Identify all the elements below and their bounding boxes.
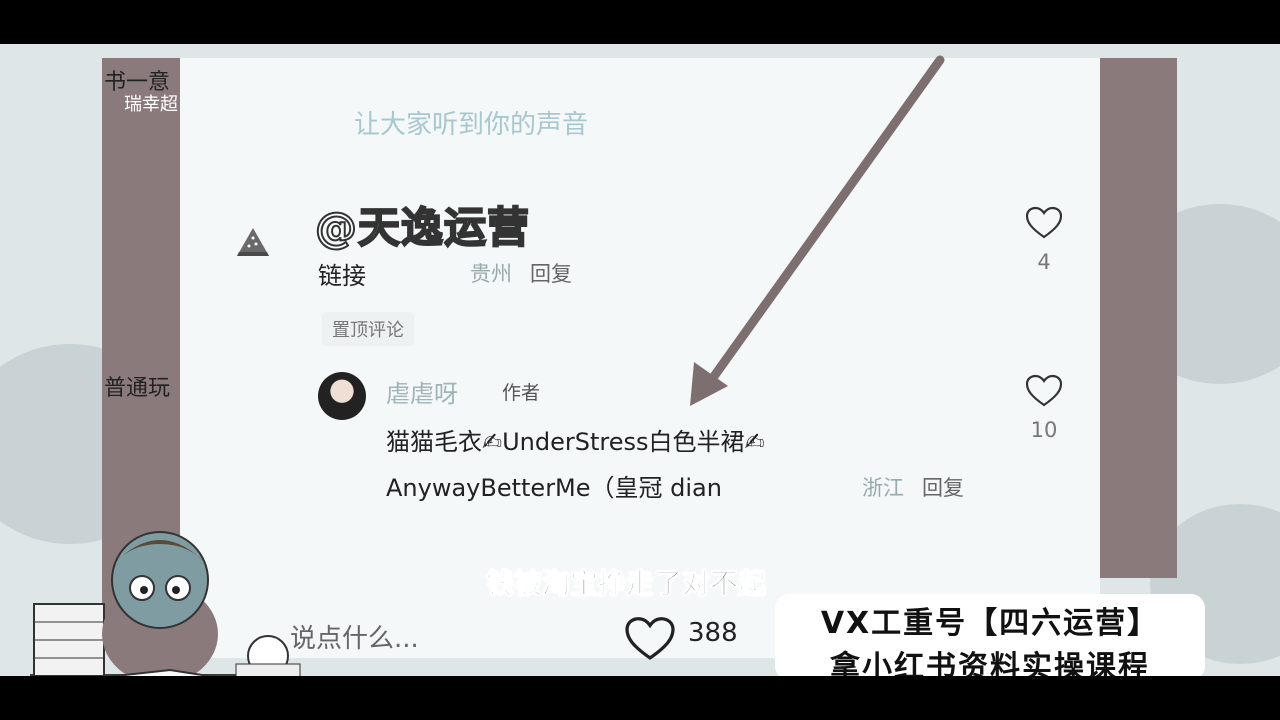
- promo-line: 拿小红书资料实操课程: [830, 650, 1150, 676]
- bottom-letterbox: [0, 676, 1280, 720]
- post-like-count: 388: [688, 618, 738, 648]
- promo-banner: VX工重号【四六运营】 拿小红书资料实操课程: [775, 594, 1205, 676]
- top-letterbox: [0, 0, 1280, 44]
- video-frame: 书一意 瑞幸超 普通玩 让大家听到你的声音 @天逸运营 链接 贵州 回复 4 置…: [0, 44, 1280, 676]
- promo-line: VX工重号【四六运营】: [820, 606, 1160, 641]
- heart-icon[interactable]: [624, 616, 676, 662]
- video-subtitle: 钱被淘宝挣走了对不起: [485, 567, 767, 601]
- cartoon-student-illustration: [30, 531, 301, 676]
